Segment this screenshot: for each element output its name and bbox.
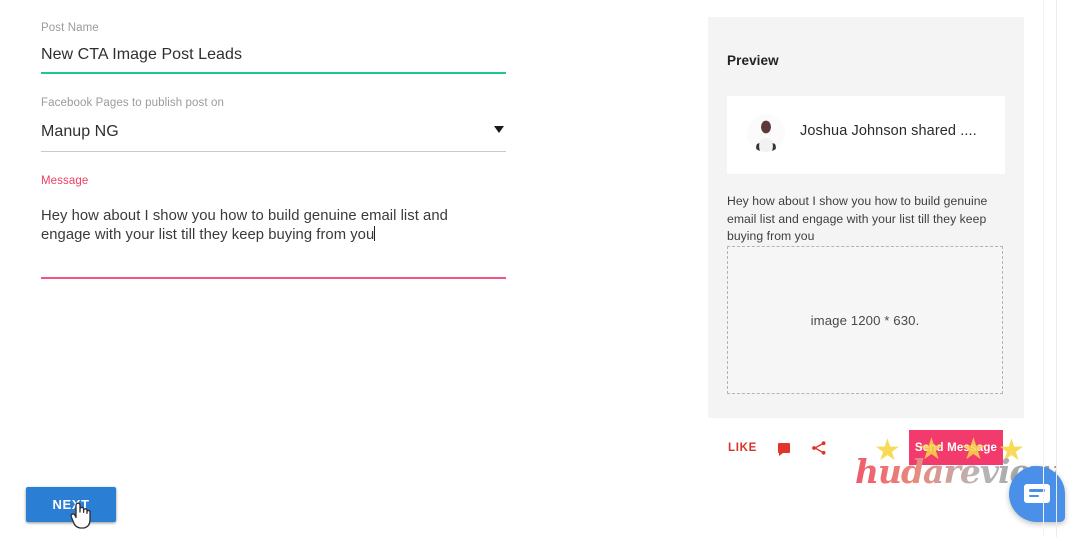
post-name-underline: [41, 72, 506, 74]
page-divider: [1043, 0, 1044, 537]
facebook-pages-underline: [41, 151, 506, 152]
user-avatar: [747, 114, 785, 152]
next-button[interactable]: NEXT: [26, 487, 116, 522]
post-name-field-group: Post Name: [41, 21, 506, 35]
preview-post-author: Joshua Johnson shared ....: [800, 123, 977, 139]
message-field-group: Message: [41, 174, 506, 188]
share-icon[interactable]: [811, 440, 827, 456]
facebook-pages-field-group: Facebook Pages to publish post on: [41, 96, 506, 110]
star-icon: ★: [874, 434, 901, 467]
message-text: Hey how about I show you how to build ge…: [41, 208, 453, 243]
avatar-image: [747, 114, 785, 152]
like-button[interactable]: LIKE: [728, 442, 757, 454]
preview-action-bar: LIKE ★ Send Message ★ ★ ★: [708, 430, 1038, 480]
post-name-label: Post Name: [41, 22, 99, 34]
image-placeholder[interactable]: image 1200 * 630.: [727, 246, 1003, 394]
post-composer-form: Post Name New CTA Image Post Leads Faceb…: [0, 0, 700, 537]
comment-icon[interactable]: [778, 443, 790, 456]
message-underline: [41, 277, 506, 279]
message-textarea[interactable]: Hey how about I show you how to build ge…: [41, 207, 466, 245]
image-placeholder-label: image 1200 * 630.: [810, 312, 920, 328]
preview-post-card: Joshua Johnson shared ....: [727, 96, 1005, 174]
preview-body-text: Hey how about I show you how to build ge…: [727, 194, 988, 243]
send-message-button[interactable]: Send Message: [909, 430, 1003, 465]
preview-title: Preview: [727, 53, 779, 68]
chat-bubble-glyph: [1024, 484, 1050, 503]
post-name-input[interactable]: New CTA Image Post Leads: [41, 44, 242, 66]
chevron-down-icon[interactable]: [494, 126, 504, 133]
scrollbar-track-edge[interactable]: [1056, 0, 1057, 537]
text-caret: [374, 226, 376, 241]
facebook-pages-label: Facebook Pages to publish post on: [41, 97, 224, 109]
message-label: Message: [41, 175, 89, 187]
facebook-pages-select[interactable]: Manup NG: [41, 121, 119, 143]
preview-panel: Preview Joshua Johnson shared .... Hey h…: [708, 17, 1024, 418]
